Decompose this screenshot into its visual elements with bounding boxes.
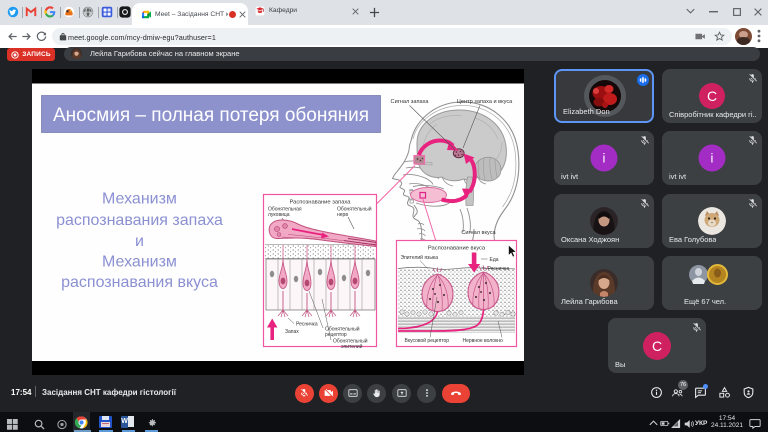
svg-text:Ресничка: Ресничка bbox=[487, 266, 509, 272]
svg-text:Запах: Запах bbox=[285, 329, 299, 335]
svg-text:Распознавание запаха: Распознавание запаха bbox=[289, 199, 351, 205]
svg-text:Сигнал вкуса: Сигнал вкуса bbox=[461, 230, 496, 236]
svg-text:Сигнал запаха: Сигнал запаха bbox=[390, 99, 429, 105]
svg-text:Механизм: Механизм bbox=[102, 190, 177, 207]
svg-text:эпителий: эпителий bbox=[341, 343, 363, 350]
svg-text:луковица: луковица bbox=[268, 212, 290, 218]
svg-text:распознавания вкуса: распознавания вкуса bbox=[61, 274, 218, 291]
svg-text:и: и bbox=[135, 233, 144, 250]
svg-text:Центр запаха и вкуса: Центр запаха и вкуса bbox=[456, 99, 512, 105]
svg-text:нерв: нерв bbox=[337, 212, 348, 218]
svg-text:Аносмия – полная потеря обонян: Аносмия – полная потеря обоняния bbox=[52, 105, 368, 126]
svg-text:Нервное волокно: Нервное волокно bbox=[462, 338, 503, 344]
svg-text:Ресничка: Ресничка bbox=[296, 321, 318, 327]
svg-text:Механизм: Механизм bbox=[102, 253, 177, 270]
svg-text:Еда: Еда bbox=[489, 257, 498, 263]
svg-text:Вкусовой рецептор: Вкусовой рецептор bbox=[404, 337, 449, 344]
svg-text:распознавания запаха: распознавания запаха bbox=[56, 212, 223, 229]
svg-text:Распознавание вкуса: Распознавание вкуса bbox=[427, 245, 485, 251]
svg-text:рецептор: рецептор bbox=[325, 332, 347, 338]
svg-text:Эпителий языка: Эпителий языка bbox=[400, 254, 438, 261]
